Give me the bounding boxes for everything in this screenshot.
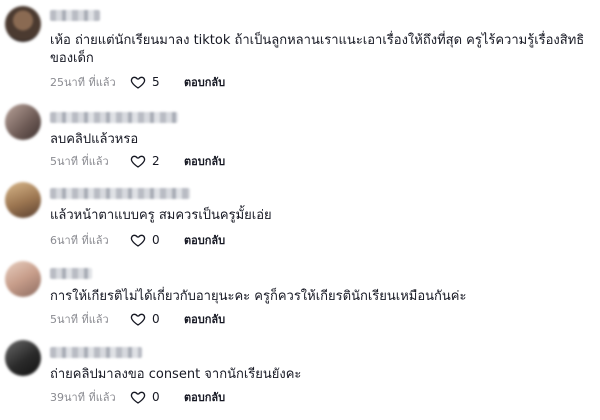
comment-text: เห้อ ถ่ายแต่นักเรียนมาลง tiktok ถ้าเป็นล…	[50, 33, 585, 66]
username-blurred[interactable]	[50, 188, 190, 199]
comment-text: การให้เกียรติไม่ได้เกี่ยวกับอายุนะคะ ครู…	[50, 289, 467, 304]
username-blurred[interactable]	[50, 347, 142, 358]
avatar[interactable]	[5, 104, 41, 140]
reply-button[interactable]: ตอบกลับ	[184, 73, 225, 91]
comment-item: แล้วหน้าตาแบบครู สมควรเป็นครูมั้ยเอ่ย 6น…	[0, 180, 600, 260]
username-blurred[interactable]	[50, 10, 100, 21]
comment-item: การให้เกียรติไม่ได้เกี่ยวกับอายุนะคะ ครู…	[0, 258, 600, 340]
comment-item: เห้อ ถ่ายแต่นักเรียนมาลง tiktok ถ้าเป็นล…	[0, 0, 600, 100]
heart-outline-icon	[130, 313, 146, 326]
comment-meta: 5นาที ที่แล้ว 2 ตอบกลับ	[50, 152, 225, 170]
comment-time: 5นาที ที่แล้ว	[50, 313, 109, 326]
like-count: 0	[152, 312, 160, 326]
like-button[interactable]: 0	[130, 232, 166, 248]
avatar[interactable]	[5, 261, 41, 297]
reply-button[interactable]: ตอบกลับ	[184, 388, 225, 406]
like-count: 2	[152, 154, 160, 168]
comment-time: 39นาที ที่แล้ว	[50, 391, 116, 404]
comment-text: ลบคลิปแล้วหรอ	[50, 132, 139, 147]
comment-time: 6นาที ที่แล้ว	[50, 234, 109, 247]
like-button[interactable]: 0	[130, 311, 166, 327]
username-blurred[interactable]	[50, 112, 178, 123]
comment-text: แล้วหน้าตาแบบครู สมควรเป็นครูมั้ยเอ่ย	[50, 208, 272, 223]
username-blurred[interactable]	[50, 268, 92, 279]
comment-item: ลบคลิปแล้วหรอ 5นาที ที่แล้ว 2 ตอบกลับ	[0, 100, 600, 180]
like-button[interactable]: 5	[130, 74, 166, 90]
comment-meta: 25นาที ที่แล้ว 5 ตอบกลับ	[50, 73, 225, 91]
heart-outline-icon	[130, 391, 146, 404]
like-count: 5	[152, 75, 160, 89]
comment-time: 25นาที ที่แล้ว	[50, 76, 116, 89]
reply-button[interactable]: ตอบกลับ	[184, 310, 225, 328]
heart-outline-icon	[130, 76, 146, 89]
comment-item: ถ่ายคลิปมาลงขอ consent จากนักเรียนยังคะ …	[0, 338, 600, 420]
comment-time: 5นาที ที่แล้ว	[50, 155, 109, 168]
like-button[interactable]: 2	[130, 153, 166, 169]
heart-outline-icon	[130, 155, 146, 168]
like-count: 0	[152, 233, 160, 247]
avatar[interactable]	[5, 182, 41, 218]
like-count: 0	[152, 390, 160, 404]
avatar[interactable]	[5, 6, 41, 42]
comment-meta: 39นาที ที่แล้ว 0 ตอบกลับ	[50, 388, 225, 406]
reply-button[interactable]: ตอบกลับ	[184, 152, 225, 170]
comment-meta: 5นาที ที่แล้ว 0 ตอบกลับ	[50, 310, 225, 328]
comment-meta: 6นาที ที่แล้ว 0 ตอบกลับ	[50, 231, 225, 249]
comment-text: ถ่ายคลิปมาลงขอ consent จากนักเรียนยังคะ	[50, 367, 302, 382]
like-button[interactable]: 0	[130, 389, 166, 405]
reply-button[interactable]: ตอบกลับ	[184, 231, 225, 249]
avatar[interactable]	[5, 340, 41, 376]
heart-outline-icon	[130, 234, 146, 247]
